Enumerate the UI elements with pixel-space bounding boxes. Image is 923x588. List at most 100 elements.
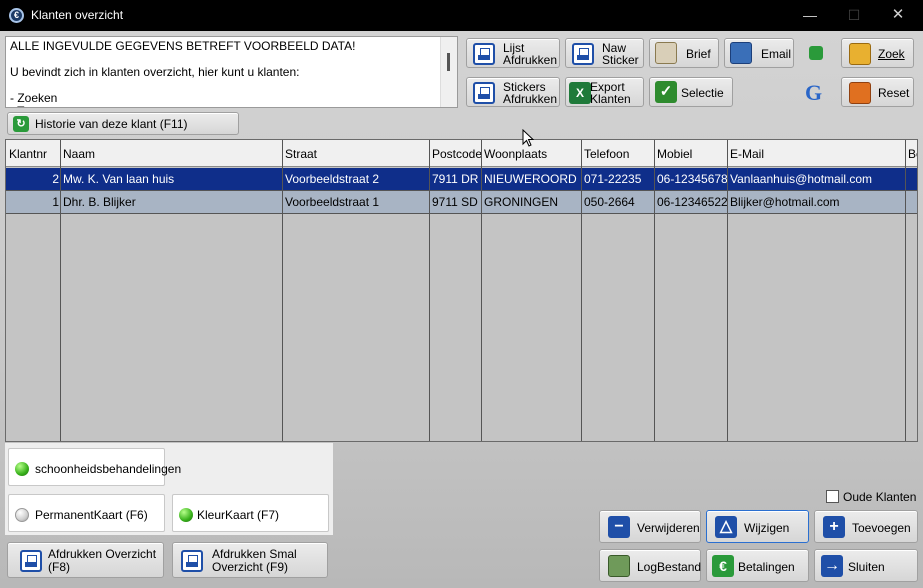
- reset-button[interactable]: Reset: [841, 77, 914, 107]
- selectie-button[interactable]: ✓ Selectie: [649, 77, 733, 107]
- column-header-mobiel[interactable]: Mobiel: [657, 147, 692, 161]
- printer-icon: [20, 550, 42, 572]
- cell-naam: Mw. K. Van laan huis: [63, 172, 175, 186]
- excel-icon: X: [569, 82, 591, 104]
- column-divider: [60, 140, 61, 441]
- letter-icon: [655, 42, 677, 64]
- euro-icon: €: [712, 555, 734, 577]
- window-title: Klanten overzicht: [31, 8, 124, 22]
- column-header-postcode[interactable]: Postcode: [432, 147, 482, 161]
- wijzigen-button[interactable]: △ Wijzigen: [706, 510, 809, 543]
- minus-icon: −: [608, 516, 630, 538]
- column-header-woonplaats[interactable]: Woonplaats: [484, 147, 547, 161]
- card-label: KleurKaart (F7): [197, 508, 280, 522]
- cell-telefoon: 050-2664: [584, 195, 635, 209]
- cell-postcode: 7911 DR: [432, 172, 479, 186]
- title-bar: € Klanten overzicht — ☐ ✕: [0, 0, 923, 31]
- reset-icon: [849, 82, 871, 104]
- table-row[interactable]: 1 Dhr. B. Blijker Voorbeeldstraat 1 9711…: [6, 191, 917, 213]
- button-label: Sticker: [602, 53, 639, 67]
- permanent-card[interactable]: PermanentKaart (F6): [8, 494, 165, 532]
- button-label: Brief: [686, 47, 711, 61]
- naw-sticker-button[interactable]: Naw Sticker: [565, 38, 644, 68]
- button-label: Zoek: [878, 47, 905, 61]
- button-label: Email: [761, 47, 792, 61]
- status-dot-green-icon: [15, 462, 29, 476]
- printer-icon: [572, 43, 594, 65]
- button-label: LogBestand: [637, 560, 702, 574]
- schoonheid-card[interactable]: schoonheidsbehandelingen: [8, 448, 181, 486]
- column-header-be[interactable]: Be: [908, 147, 917, 161]
- button-label: Wijzigen: [744, 521, 790, 535]
- zoek-button[interactable]: Zoek: [841, 38, 914, 68]
- info-line-4: - T: [10, 104, 24, 107]
- export-klanten-button[interactable]: X Export Klanten: [565, 77, 644, 107]
- cell-woonplaats: NIEUWEROORD: [484, 172, 577, 186]
- column-header-telefoon[interactable]: Telefoon: [584, 147, 629, 161]
- info-line-1: ALLE INGEVULDE GEGEVENS BETREFT VOORBEEL…: [10, 39, 356, 53]
- cell-email: Blijker@hotmail.com: [730, 195, 840, 209]
- klanten-table[interactable]: Klantnr Naam Straat Postcode Woonplaats …: [5, 139, 918, 442]
- column-header-email[interactable]: E-Mail: [730, 147, 764, 161]
- cell-straat: Voorbeeldstraat 1: [285, 195, 380, 209]
- verwijderen-button[interactable]: − Verwijderen: [599, 510, 701, 543]
- card-label: schoonheidsbehandelingen: [35, 462, 182, 476]
- status-dot-grey-icon: [15, 508, 29, 522]
- google-icon[interactable]: G: [805, 82, 827, 104]
- column-header-straat[interactable]: Straat: [285, 147, 317, 161]
- column-divider: [654, 140, 655, 441]
- oude-klanten-checkbox[interactable]: [826, 490, 839, 503]
- table-row[interactable]: 2 Mw. K. Van laan huis Voorbeeldstraat 2…: [6, 168, 917, 190]
- button-label: Betalingen: [738, 560, 795, 574]
- cell-woonplaats: GRONINGEN: [484, 195, 559, 209]
- lijst-afdrukken-button[interactable]: Lijst Afdrukken: [466, 38, 560, 68]
- info-textbox[interactable]: ALLE INGEVULDE GEGEVENS BETREFT VOORBEEL…: [5, 36, 458, 108]
- chat-icon[interactable]: [809, 46, 823, 60]
- button-label: Overzicht (F9): [212, 560, 289, 574]
- button-label: Reset: [878, 86, 910, 100]
- info-line-2: U bevindt zich in klanten overzicht, hie…: [10, 65, 300, 79]
- historie-button[interactable]: ↻ Historie van deze klant (F11): [7, 112, 239, 135]
- email-button[interactable]: Email: [724, 38, 794, 68]
- log-icon: [608, 555, 630, 577]
- button-label: Selectie: [681, 86, 724, 100]
- search-icon: [849, 43, 871, 65]
- column-divider: [282, 140, 283, 441]
- printer-icon: [473, 82, 495, 104]
- app-logo-icon: €: [9, 8, 24, 23]
- cell-email: Vanlaanhuis@hotmail.com: [730, 172, 873, 186]
- exit-icon: →: [821, 555, 843, 577]
- column-header-klantnr[interactable]: Klantnr: [9, 147, 47, 161]
- cell-postcode: 9711 SD: [432, 195, 478, 209]
- sluiten-button[interactable]: → Sluiten: [814, 549, 918, 582]
- scrollbar-thumb[interactable]: [447, 53, 450, 71]
- button-label: Afdrukken: [503, 53, 558, 67]
- cell-klantnr: 1: [52, 195, 59, 209]
- column-divider: [581, 140, 582, 441]
- button-label: (F8): [48, 560, 70, 574]
- button-label: Klanten: [590, 92, 631, 106]
- toevoegen-button[interactable]: + Toevoegen: [814, 510, 918, 543]
- button-label: Verwijderen: [637, 521, 700, 535]
- betalingen-button[interactable]: € Betalingen: [706, 549, 809, 582]
- close-button[interactable]: ✕: [878, 5, 918, 27]
- afdrukken-overzicht-button[interactable]: Afdrukken Overzicht (F8): [7, 542, 164, 578]
- oude-klanten-label[interactable]: Oude Klanten: [843, 490, 916, 504]
- info-scrollbar[interactable]: [440, 37, 457, 107]
- column-header-naam[interactable]: Naam: [63, 147, 95, 161]
- checkmark-icon: ✓: [655, 81, 677, 103]
- cell-naam: Dhr. B. Blijker: [63, 195, 136, 209]
- kleur-card[interactable]: KleurKaart (F7): [172, 494, 329, 532]
- afdrukken-smal-button[interactable]: Afdrukken Smal Overzicht (F9): [172, 542, 328, 578]
- brief-button[interactable]: Brief: [649, 38, 719, 68]
- email-icon: [730, 42, 752, 64]
- button-label: Toevoegen: [852, 521, 911, 535]
- stickers-afdrukken-button[interactable]: Stickers Afdrukken: [466, 77, 560, 107]
- printer-icon: [473, 43, 495, 65]
- history-icon: ↻: [13, 116, 29, 132]
- minimize-button[interactable]: —: [790, 5, 830, 27]
- maximize-button[interactable]: ☐: [834, 5, 874, 27]
- column-divider: [905, 140, 906, 441]
- logbestand-button[interactable]: LogBestand: [599, 549, 701, 582]
- table-header: Klantnr Naam Straat Postcode Woonplaats …: [6, 140, 917, 167]
